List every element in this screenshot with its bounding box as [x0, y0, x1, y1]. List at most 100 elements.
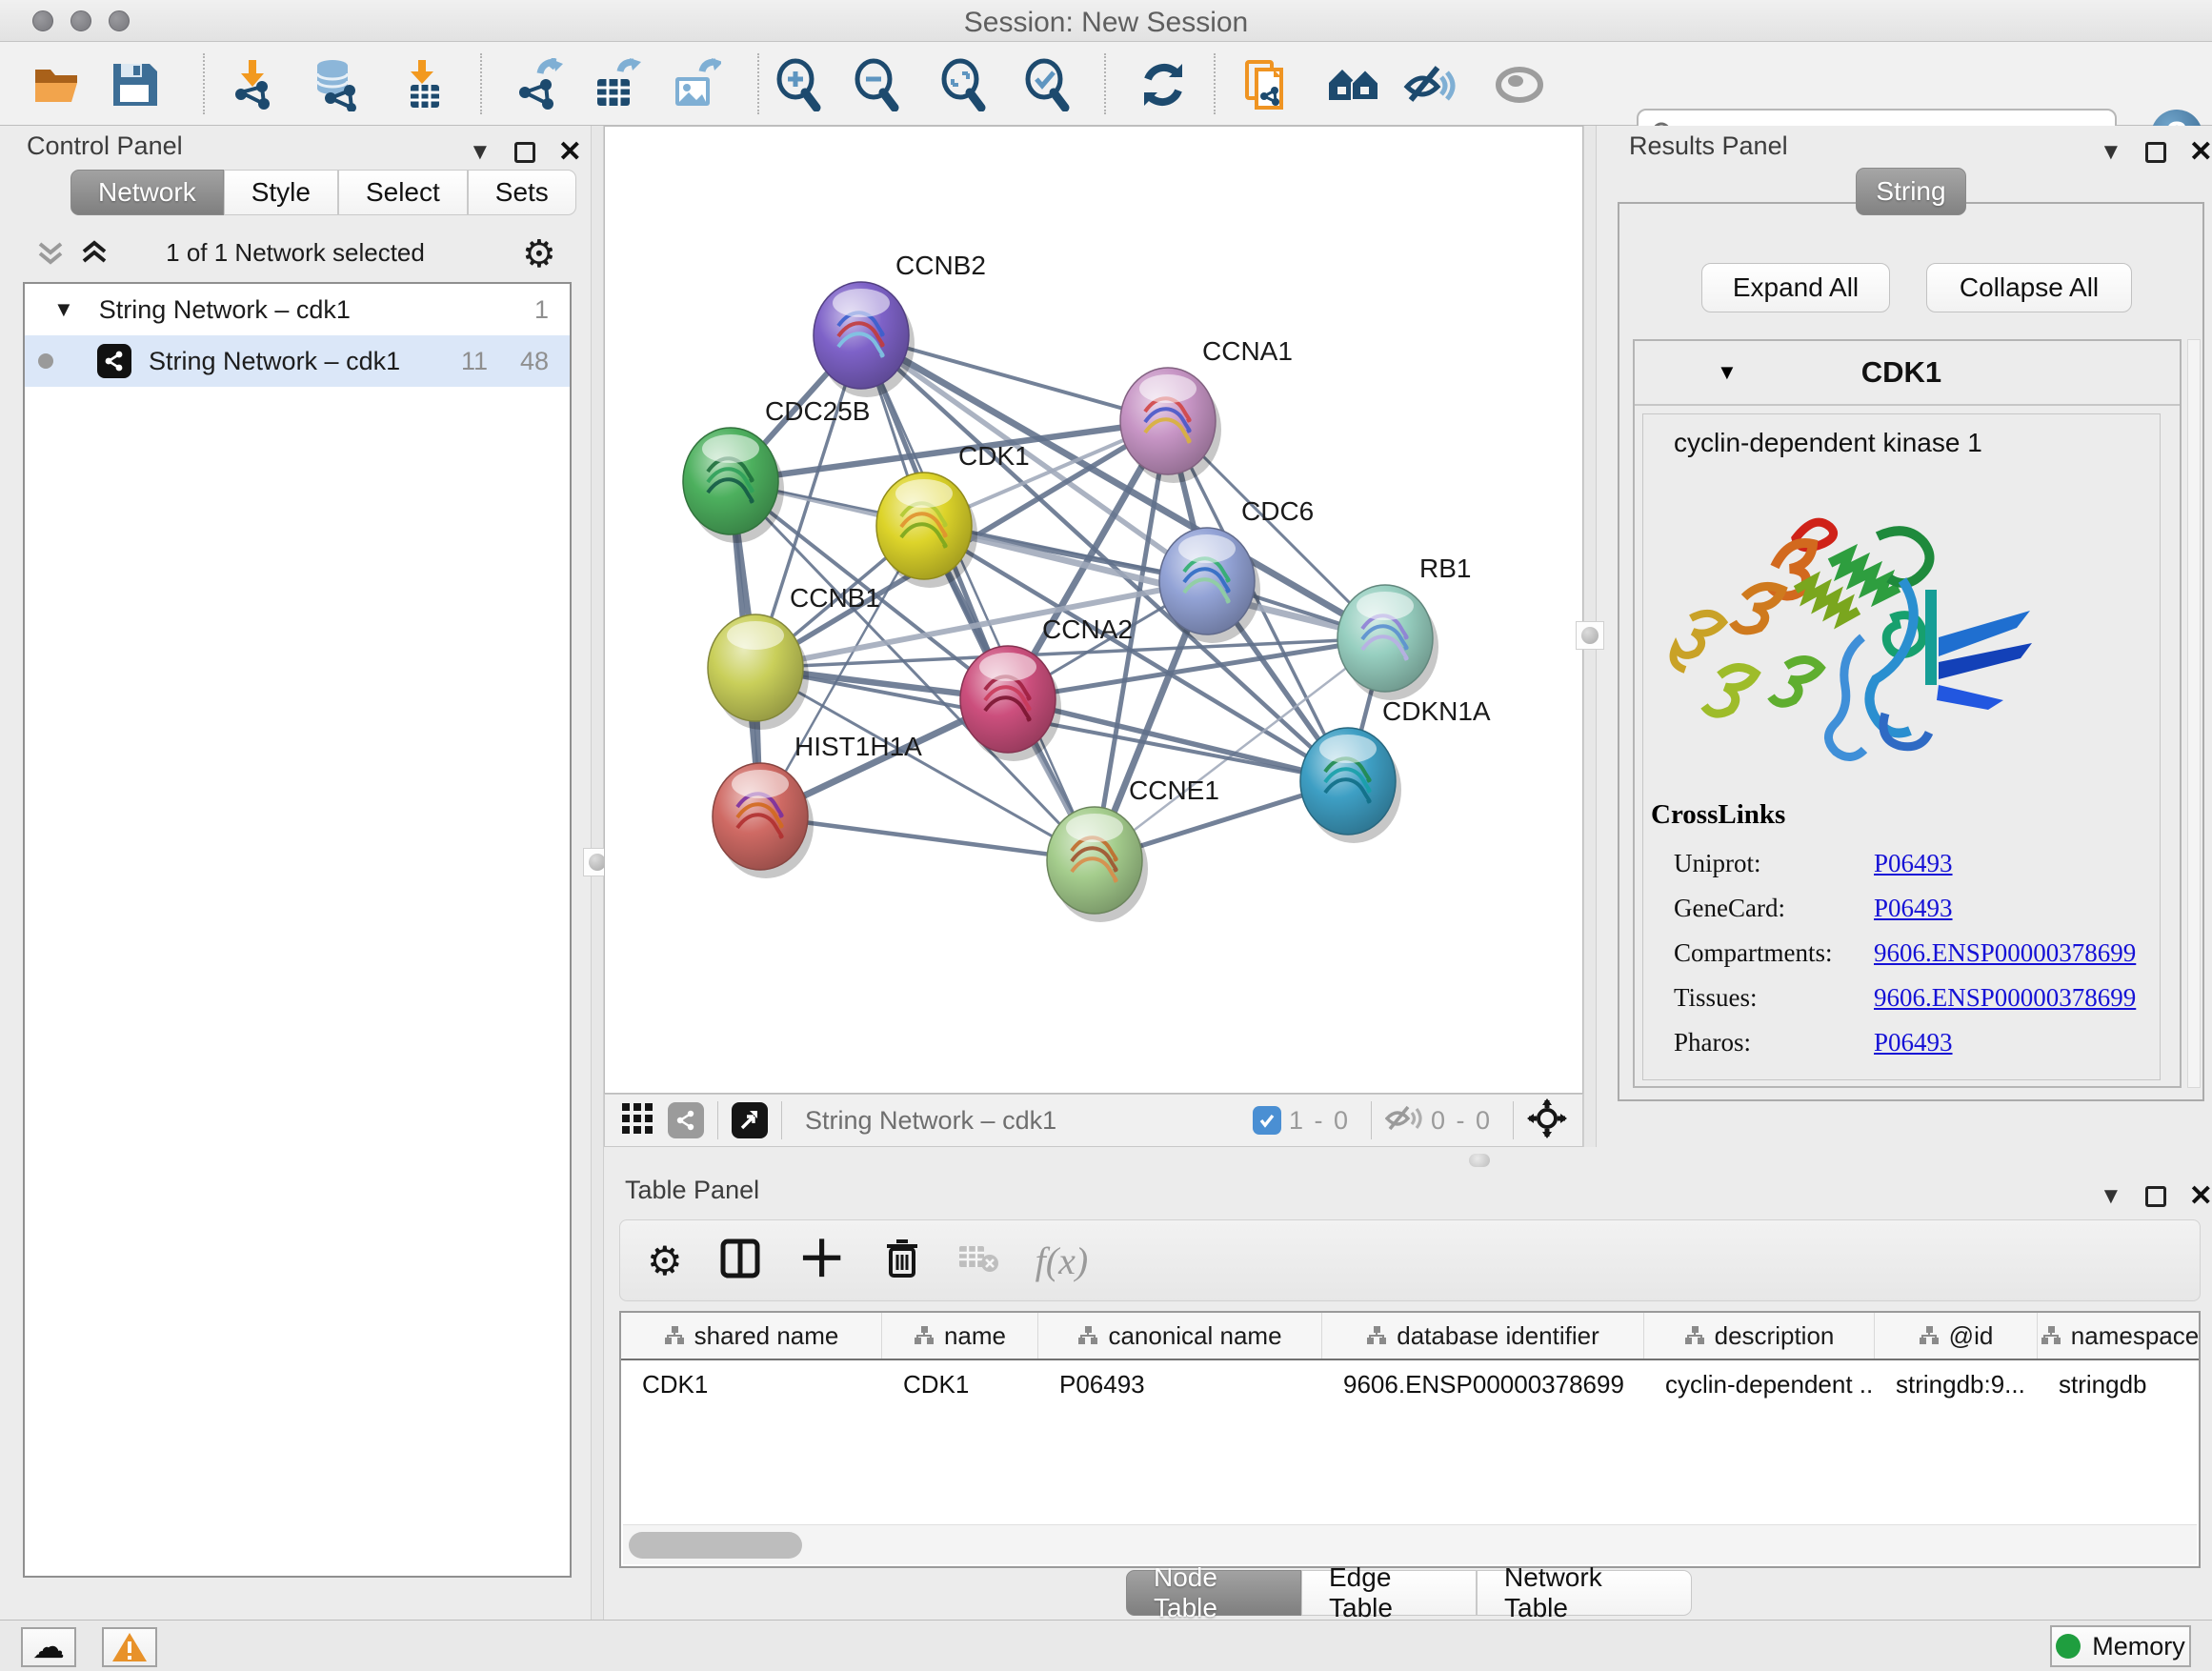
warnings-button[interactable] [102, 1627, 157, 1667]
show-hide-icon[interactable] [1402, 57, 1458, 112]
open-session-icon[interactable] [30, 57, 86, 112]
results-panel-splitter-handle[interactable] [1576, 621, 1604, 650]
expand-all-button[interactable]: Expand All [1701, 263, 1890, 312]
crosslink-link[interactable]: 9606.ENSP00000378699 [1874, 938, 2136, 968]
network-node-ccnb2[interactable]: CCNB2 [814, 251, 986, 397]
network-collection-row[interactable]: ▼ String Network – cdk1 1 [25, 284, 570, 335]
panel-float-icon[interactable] [514, 142, 535, 163]
home-network-icon[interactable] [1326, 57, 1381, 112]
column-header-namespace[interactable]: namespace [2038, 1313, 2201, 1359]
table-cell[interactable]: P06493 [1038, 1360, 1322, 1408]
birdseye-view-icon[interactable] [732, 1102, 768, 1138]
collapse-all-button[interactable]: Collapse All [1926, 263, 2132, 312]
table-cell[interactable]: CDK1 [621, 1360, 882, 1408]
import-table-icon[interactable] [394, 57, 450, 112]
show-columns-icon[interactable] [719, 1238, 761, 1284]
tab-edge-table[interactable]: Edge Table [1301, 1570, 1477, 1616]
gear-icon[interactable]: ⚙ [522, 232, 556, 276]
table-row[interactable]: CDK1CDK1P064939606.ENSP00000378699cyclin… [621, 1360, 2199, 1408]
selected-checkbox-icon[interactable] [1253, 1106, 1281, 1135]
panel-close-icon[interactable]: ✕ [2189, 1179, 2212, 1213]
export-network-icon[interactable] [511, 57, 566, 112]
table-panel-splitter[interactable] [604, 1147, 2212, 1174]
fit-selected-crosshair-icon[interactable] [1527, 1098, 1567, 1143]
table-cell[interactable]: 9606.ENSP00000378699 [1322, 1360, 1644, 1408]
column-header-shared-name[interactable]: shared name [621, 1313, 882, 1359]
zoom-selected-icon[interactable] [1020, 57, 1076, 112]
save-session-icon[interactable] [107, 57, 162, 112]
tab-network[interactable]: Network [70, 170, 224, 215]
string-entry-header[interactable]: ▼ CDK1 [1635, 341, 2180, 406]
delete-column-trash-icon[interactable] [883, 1238, 921, 1284]
node-table[interactable]: shared namenamecanonical namedatabase id… [619, 1311, 2201, 1568]
table-cell[interactable]: stringdb:9... [1875, 1360, 2038, 1408]
tab-select[interactable]: Select [338, 170, 468, 215]
panel-collapse-icon[interactable]: ▼ [2100, 139, 2122, 166]
hidden-eye-slash-icon[interactable] [1385, 1103, 1423, 1138]
network-node-cdc25b[interactable]: CDC25B [683, 396, 870, 543]
table-horizontal-scrollbar[interactable] [623, 1524, 2197, 1564]
network-row[interactable]: String Network – cdk1 11 48 [25, 335, 570, 387]
import-network-database-icon[interactable] [309, 57, 364, 112]
tab-node-table[interactable]: Node Table [1126, 1570, 1301, 1616]
collapse-all-networks-icon[interactable] [34, 236, 67, 273]
table-cell[interactable]: stringdb [2038, 1360, 2201, 1408]
network-node-ccna1[interactable]: CCNA1 [1120, 336, 1293, 483]
eye-icon[interactable] [1492, 57, 1547, 112]
column-header-name[interactable]: name [882, 1313, 1038, 1359]
control-panel-splitter[interactable] [591, 126, 604, 1620]
crosslink-label: Compartments: [1674, 938, 1874, 968]
network-node-cdk1[interactable]: CDK1 [876, 441, 1030, 588]
expand-all-networks-icon[interactable] [78, 236, 111, 273]
crosslink-link[interactable]: P06493 [1874, 894, 1953, 923]
crosslink-link[interactable]: 9606.ENSP00000378699 [1874, 983, 2136, 1013]
import-network-icon[interactable] [225, 57, 280, 112]
network-node-ccne1[interactable]: CCNE1 [1047, 775, 1219, 922]
column-header-canonical-name[interactable]: canonical name [1038, 1313, 1322, 1359]
panel-float-icon[interactable] [2145, 1186, 2166, 1207]
grid-view-icon[interactable] [620, 1101, 654, 1140]
column-header-database-identifier[interactable]: database identifier [1322, 1313, 1644, 1359]
export-table-icon[interactable] [587, 57, 642, 112]
network-node-rb1[interactable]: RB1 [1337, 554, 1471, 700]
table-cell[interactable]: CDK1 [882, 1360, 1038, 1408]
table-panel-splitter-handle[interactable] [1469, 1154, 1490, 1167]
network-node-ccna2[interactable]: CCNA2 [960, 614, 1133, 761]
panel-close-icon[interactable]: ✕ [2189, 135, 2212, 169]
refresh-icon[interactable] [1136, 57, 1191, 112]
memory-button[interactable]: Memory [2050, 1625, 2191, 1667]
export-image-icon[interactable] [667, 57, 722, 112]
table-cell[interactable]: cyclin-dependent ... [1644, 1360, 1875, 1408]
network-badge-icon[interactable] [668, 1102, 704, 1138]
tree-expanded-icon[interactable]: ▼ [53, 297, 74, 322]
tab-style[interactable]: Style [224, 170, 338, 215]
tab-string[interactable]: String [1856, 168, 1966, 215]
zoom-in-icon[interactable] [772, 57, 827, 112]
panel-collapse-icon[interactable]: ▼ [2100, 1183, 2122, 1210]
crosslink-link[interactable]: P06493 [1874, 849, 1953, 878]
column-header-description[interactable]: description [1644, 1313, 1875, 1359]
scrollbar-thumb[interactable] [629, 1532, 802, 1559]
tab-network-table[interactable]: Network Table [1477, 1570, 1692, 1616]
zoom-out-icon[interactable] [850, 57, 905, 112]
caret-down-icon[interactable]: ▼ [1717, 360, 1738, 385]
network-node-hist1h1a[interactable]: HIST1H1A [713, 732, 922, 878]
network-node-ccnb1[interactable]: CCNB1 [708, 583, 880, 730]
panel-float-icon[interactable] [2145, 142, 2166, 163]
tab-sets[interactable]: Sets [468, 170, 576, 215]
copy-network-icon[interactable] [1240, 57, 1296, 112]
results-panel-splitter[interactable] [1583, 126, 1597, 1147]
results-scrollbar[interactable] [2187, 339, 2201, 1088]
network-edge[interactable] [861, 335, 1095, 860]
panel-collapse-icon[interactable]: ▼ [469, 139, 492, 166]
zoom-fit-icon[interactable] [936, 57, 992, 112]
network-canvas[interactable]: CCNB2CCNA1CDC25BCDK1CDC6RB1CCNB1CCNA2CDK… [604, 126, 1583, 1094]
column-header--id[interactable]: @id [1875, 1313, 2038, 1359]
network-graph[interactable]: CCNB2CCNA1CDC25BCDK1CDC6RB1CCNB1CCNA2CDK… [605, 127, 1582, 1093]
panel-close-icon[interactable]: ✕ [558, 135, 582, 169]
table-settings-gear-icon[interactable]: ⚙ [647, 1238, 683, 1284]
add-column-plus-icon[interactable]: ＋ [797, 1241, 847, 1279]
cloud-status-button[interactable]: ☁ [21, 1627, 76, 1667]
network-node-cdkn1a[interactable]: CDKN1A [1300, 696, 1491, 843]
crosslink-link[interactable]: P06493 [1874, 1028, 1953, 1057]
